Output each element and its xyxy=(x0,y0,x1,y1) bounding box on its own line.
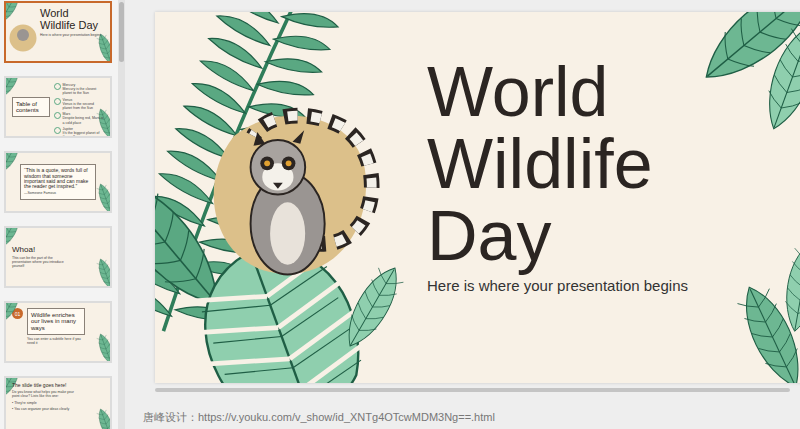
thumb-title: Wildlife enriches our lives in many ways xyxy=(31,312,81,331)
thumb-text: This can be the part of the presentation… xyxy=(12,256,64,269)
presentation-editor: World Wildlife Day Here is where your pre… xyxy=(0,0,800,429)
slide-subtitle[interactable]: Here is where your presentation begins xyxy=(427,276,800,296)
leaf-icon xyxy=(93,256,112,288)
contents-item: VenusVenus is the second planet from the… xyxy=(54,98,105,111)
lemur-icon xyxy=(8,23,38,53)
slide-thumbnail[interactable]: Table of contents MercuryMercury is the c… xyxy=(4,76,112,138)
contents-item: JupiterIt's the biggest planet of them a… xyxy=(54,127,105,138)
slide-title-line[interactable]: Day xyxy=(427,200,800,272)
contents-item: MercuryMercury is the closest planet to … xyxy=(54,83,105,96)
slide-thumbnail-panel: World Wildlife Day Here is where your pre… xyxy=(0,0,118,429)
slide-title-line[interactable]: World xyxy=(427,56,800,128)
slide-thumbnail[interactable]: “This is a quote, words full of wisdom t… xyxy=(4,151,112,213)
slide-title-block: WorldWildlifeDay Here is where your prese… xyxy=(155,12,800,296)
slide-thumbnail[interactable]: World Wildlife Day Here is where your pre… xyxy=(4,1,112,63)
thumb-bullet: • You can organize your ideas clearly xyxy=(12,407,82,411)
leaf-icon xyxy=(93,406,112,429)
leaf-icon xyxy=(4,1,26,27)
slide-thumbnail[interactable]: The slide title goes here! Do you know wh… xyxy=(4,376,112,429)
thumb-title: Table of contents xyxy=(16,101,46,114)
thumb-author: —Someone Famous xyxy=(24,191,92,195)
thumb-bullet: • They're simple xyxy=(12,401,82,405)
slide-thumbnail[interactable]: 01Wildlife enriches our lives in many wa… xyxy=(4,301,112,363)
slide-editor: WorldWildlifeDay Here is where your prese… xyxy=(125,0,800,429)
scrollbar-thumb[interactable] xyxy=(119,2,124,62)
horizontal-scrollbar[interactable] xyxy=(155,388,790,392)
contents-item: MarsDespite being red, Mars is a cold pl… xyxy=(54,112,105,125)
thumb-subtitle: Here is where your presentation begins xyxy=(40,33,104,37)
thumb-text: Do you know what helps you make your poi… xyxy=(12,390,82,398)
thumb-title: Whoa! xyxy=(12,246,64,254)
slide-canvas[interactable]: WorldWildlifeDay Here is where your prese… xyxy=(155,12,800,383)
thumb-title: The slide title goes here! xyxy=(12,383,82,388)
thumb-quote: “This is a quote, words full of wisdom t… xyxy=(24,168,92,189)
lemur-icon xyxy=(195,97,390,292)
footer-caption: 唐峰设计：https://v.youku.com/v_show/id_XNTg4… xyxy=(143,410,800,425)
thumb-title: World Wildlife Day xyxy=(40,8,104,31)
thumbnail-scrollbar[interactable] xyxy=(118,0,125,429)
leaf-icon xyxy=(773,239,800,335)
slide-thumbnail[interactable]: Whoa! This can be the part of the present… xyxy=(4,226,112,288)
leaf-icon xyxy=(93,331,112,363)
thumb-text: You can enter a subtitle here if you nee… xyxy=(27,337,85,345)
slide-title-line[interactable]: Wildlife xyxy=(427,128,800,200)
